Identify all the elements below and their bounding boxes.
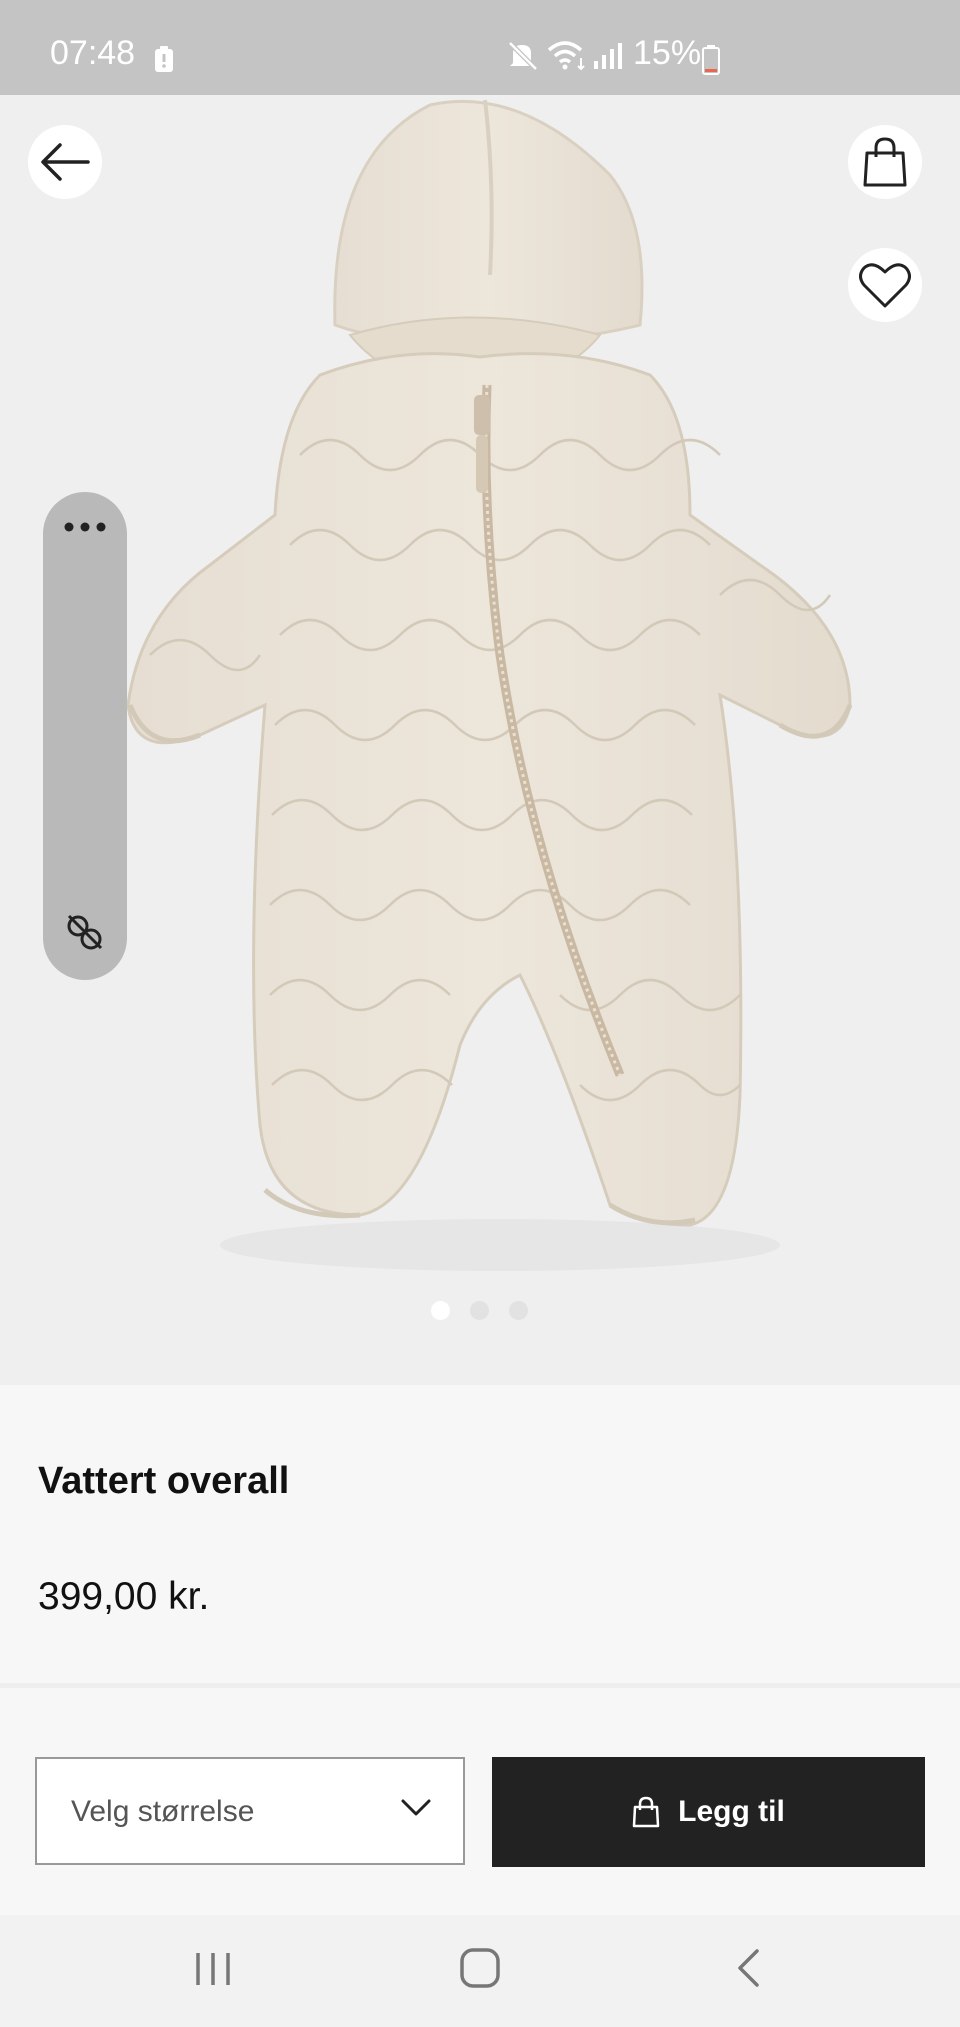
recent-apps-icon[interactable] bbox=[193, 1951, 233, 1987]
signal-icon bbox=[593, 43, 623, 74]
back-button[interactable] bbox=[28, 125, 102, 199]
product-info: Vattert overall 399,00 kr. bbox=[0, 1385, 960, 1683]
pager-dot[interactable] bbox=[470, 1301, 489, 1320]
battery-saver-icon bbox=[153, 45, 175, 78]
pager-dot[interactable] bbox=[509, 1301, 528, 1320]
status-time: 07:48 bbox=[50, 34, 136, 72]
image-pager bbox=[0, 1301, 960, 1321]
add-to-bag-button[interactable]: Legg til bbox=[492, 1757, 925, 1867]
more-dots-icon[interactable] bbox=[63, 520, 107, 534]
shopping-bag-button[interactable] bbox=[848, 125, 922, 199]
heart-icon bbox=[859, 263, 911, 308]
wifi-icon bbox=[547, 40, 587, 75]
wishlist-button[interactable] bbox=[848, 248, 922, 322]
size-select[interactable]: Velg størrelse bbox=[35, 1757, 465, 1865]
battery-percent: 15% bbox=[633, 34, 702, 72]
back-icon[interactable] bbox=[733, 1948, 763, 1988]
add-to-bag-label: Legg til bbox=[678, 1795, 785, 1828]
size-select-label: Velg størrelse bbox=[71, 1795, 255, 1828]
product-image-carousel[interactable] bbox=[0, 95, 960, 1385]
pager-dot[interactable] bbox=[431, 1301, 450, 1320]
battery-icon bbox=[702, 45, 720, 80]
product-price: 399,00 kr. bbox=[38, 1575, 210, 1618]
floating-side-panel[interactable] bbox=[43, 492, 127, 980]
system-nav-bar bbox=[0, 1915, 960, 2027]
shopping-bag-icon bbox=[863, 137, 907, 187]
product-title: Vattert overall bbox=[38, 1460, 290, 1502]
action-bar: Velg størrelse Legg til bbox=[0, 1688, 960, 1915]
mute-icon bbox=[507, 41, 539, 76]
chevron-down-icon bbox=[401, 1799, 431, 1816]
shopping-bag-icon bbox=[632, 1796, 660, 1828]
back-arrow-icon bbox=[41, 143, 90, 181]
close-panel-icon[interactable] bbox=[65, 912, 105, 952]
home-icon[interactable] bbox=[459, 1947, 501, 1989]
status-bar: 07:48 15% bbox=[0, 0, 960, 95]
snowsuit-product-image bbox=[0, 95, 960, 1385]
